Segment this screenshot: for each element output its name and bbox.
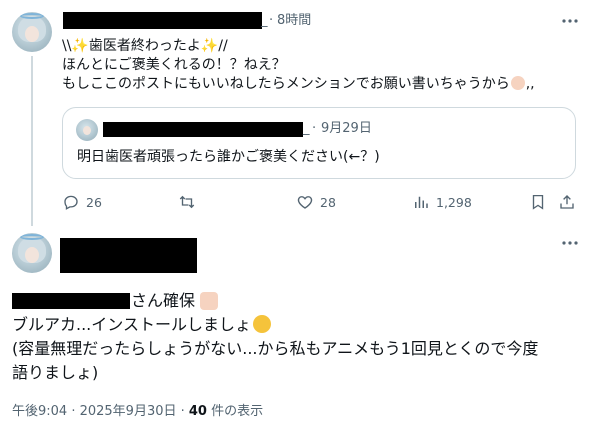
- views-count: 1,298: [436, 194, 472, 210]
- view-count-label: 件の表示: [206, 404, 264, 419]
- bookmark-icon: [532, 194, 544, 210]
- thread-connector-line: [31, 56, 33, 226]
- share-button[interactable]: [558, 193, 576, 211]
- reply-button[interactable]: 26: [62, 193, 102, 211]
- post-text-line-3-tail: ,,: [525, 76, 535, 92]
- quoted-avatar: [76, 119, 98, 141]
- mention-suffix: さん確保: [131, 291, 196, 310]
- share-icon: [560, 195, 574, 209]
- reply-icon: [64, 195, 78, 210]
- like-count: 28: [320, 194, 336, 210]
- reply-author-avatar[interactable]: [12, 233, 52, 273]
- post-timestamp[interactable]: 午後9:04 · 2025年9月30日 ·: [12, 404, 189, 419]
- repost-button[interactable]: [178, 193, 202, 211]
- reply-text-line-4: 語りましょ): [12, 363, 99, 382]
- quoted-date: 9月29日: [321, 121, 372, 136]
- post-text-line-3-body: もしここのポストにもいいねしたらメンションでお願い書いちゃうから: [62, 76, 510, 92]
- avatar[interactable]: [12, 12, 52, 52]
- quoted-text: 明日歯医者頑張ったら誰かご褒美ください(←？): [77, 149, 380, 165]
- reply-count: 26: [86, 194, 102, 210]
- view-count-number: 40: [188, 404, 207, 419]
- post-meta: 午後9:04 · 2025年9月30日 · 40 件の表示: [12, 403, 263, 421]
- reply-text-line-3: (容量無理だったらしょうがない...から私もアニメもう1回見とくので今度: [12, 339, 539, 358]
- quoted-redacted-username: [103, 122, 303, 137]
- quoted-post-card[interactable]: _ · 9月29日 明日歯医者頑張ったら誰かご褒美ください(←？): [62, 107, 576, 179]
- thumbs-up-emoji-icon: [200, 292, 218, 310]
- like-button[interactable]: 28: [296, 193, 336, 211]
- separator: ·: [269, 13, 274, 28]
- quoted-separator: ·: [312, 121, 317, 136]
- analytics-icon: [415, 196, 428, 208]
- pleading-face-emoji-icon: [252, 315, 271, 333]
- views-button[interactable]: 1,298: [412, 193, 472, 211]
- redacted-mention[interactable]: [12, 293, 130, 309]
- post-text-line-1: \\✨歯医者終わったよ✨//: [62, 38, 228, 54]
- reply-more-options-icon[interactable]: [560, 233, 580, 253]
- post-time[interactable]: 8時間: [277, 12, 311, 30]
- post-text-line-2: ほんとにご褒美くれるの！？ねえ？: [62, 57, 286, 73]
- username-tail: _: [261, 13, 268, 28]
- reply-author-redacted-name[interactable]: [60, 238, 197, 273]
- reply-text-line-2: ブルアカ...インストールしましょ: [12, 314, 271, 336]
- post-text-line-3: もしここのポストにもいいねしたらメンションでお願い書いちゃうから,,: [62, 75, 535, 93]
- hand-emoji-icon: [510, 76, 525, 90]
- repost-icon: [179, 195, 195, 209]
- reply-text-line-2-body: ブルアカ...インストールしましょ: [12, 315, 251, 334]
- heart-icon: [297, 196, 313, 209]
- bookmark-button[interactable]: [529, 193, 547, 211]
- redacted-username[interactable]: [63, 12, 262, 29]
- more-options-icon[interactable]: [560, 11, 580, 31]
- quoted-username-tail: _: [303, 121, 310, 136]
